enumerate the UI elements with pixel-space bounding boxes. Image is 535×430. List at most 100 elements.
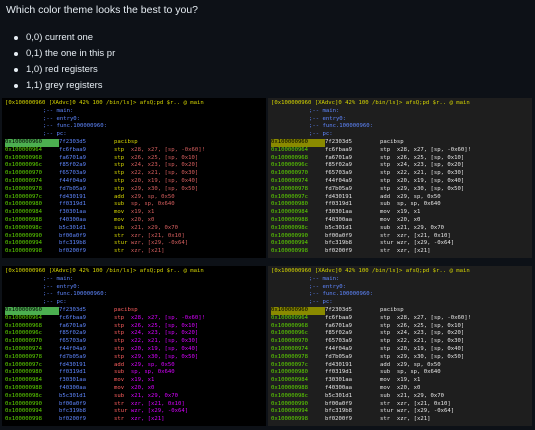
disasm-mnemonic: str — [114, 400, 131, 407]
disasm-operands: wzr, [x29, -0x64] — [396, 408, 455, 415]
theme-grid: [0x100000960 [XAdvc]0 42% 100 /bin/ls]> … — [0, 98, 535, 430]
disasm-row: 0x100000968 fa6701a9 stp x26, x25, [sp, 0x… — [271, 323, 529, 331]
disasm-row: 0x10000098c b5c301d1 sub x21, x29, 0x70 — [5, 393, 263, 401]
disasm-operands: xzr, [x21, 0x10] — [130, 400, 185, 407]
disasm-address: 0x100000990 — [271, 400, 309, 407]
disasm-bytes: f65703a9 — [325, 170, 352, 177]
disasm-operands: x26, x25, [sp, 0x10] — [130, 322, 199, 329]
disasm-bytes: bf00a0f9 — [325, 232, 352, 239]
disasm-row: 0x100000970 f65703a9 stp x22, x21, [sp, 0x… — [5, 170, 263, 178]
disasm-operands: wzr, [x29, -0x64] — [396, 240, 455, 247]
disasm-mnemonic: stp — [114, 162, 131, 169]
disasm-address: 0x100000978 — [271, 185, 309, 192]
disasm-operands: x20, x19, [sp, 0x40] — [130, 177, 199, 184]
disasm-mnemonic: mov — [114, 216, 131, 223]
disasm-mnemonic: stp — [380, 177, 397, 184]
disasm-row: 0x100000988 f40300aa mov x20, x0 — [5, 217, 263, 225]
disasm-row: 0x10000096c f85f02a9 stp x24, x23, [sp, 0x… — [271, 330, 529, 338]
disasm-bytes: bfc319b8 — [59, 240, 86, 247]
disasm-row: 0x100000974 f44f04a9 stp x20, x19, [sp, 0x… — [271, 178, 529, 186]
disasm-row: 0x100000970 f65703a9 stp x22, x21, [sp, 0x… — [271, 338, 529, 346]
disasm-operands: x28, x27, [sp, -0x60]! — [396, 314, 471, 321]
disasm-row: 0x100000980 ff0319d1 sub sp, sp, 0x640 — [271, 369, 529, 377]
disasm-row: 0x10000096c f85f02a9 stp x24, x23, [sp, 0x… — [5, 162, 263, 170]
disasm-bytes: f30301aa — [325, 377, 352, 384]
disasm-address: 0x100000968 — [271, 154, 309, 161]
disasm-bytes: fa6701a9 — [325, 154, 352, 161]
disasm-address: 0x10000097c — [5, 193, 43, 200]
disasm-operands: x20, x0 — [130, 216, 155, 223]
disasm-row: 0x100000968 fa6701a9 stp x26, x25, [sp, 0x… — [5, 155, 263, 163]
disasm-mnemonic: stp — [380, 146, 397, 153]
disasm-mnemonic: sub — [114, 201, 131, 208]
disasm-mnemonic: str — [114, 248, 131, 255]
disasm-row: 0x100000998 bf0200f9 str xzr, [x21] — [5, 416, 263, 424]
disasm-operands: x29, sp, 0x50 — [396, 361, 441, 368]
disasm-row: 0x100000978 fd7b05a9 stp x29, x30, [sp, 0x… — [5, 354, 263, 362]
label-line: ;-- main: — [43, 107, 74, 114]
disasm-bytes: fd430191 — [59, 361, 86, 368]
disasm-address: 0x100000978 — [5, 185, 43, 192]
disasm-address: 0x100000994 — [271, 408, 309, 415]
disasm-mnemonic: add — [114, 361, 131, 368]
disasm-address: 0x100000994 — [5, 408, 43, 415]
disasm-address: 0x10000097c — [5, 361, 43, 368]
disasm-row: 0x100000994 bfc319b8 stur wzr, [x29, -0x64… — [271, 240, 529, 248]
disasm-operands: x26, x25, [sp, 0x10] — [130, 154, 199, 161]
disasm-row: 0x100000974 f44f04a9 stp x20, x19, [sp, 0x… — [271, 346, 529, 354]
disasm-mnemonic: pacibsp — [114, 138, 138, 145]
disasm-bytes: b5c301d1 — [59, 224, 86, 231]
disasm-row: 0x10000096c f85f02a9 stp x24, x23, [sp, 0x… — [5, 330, 263, 338]
disasm-row: 0x100000984 f30301aa mov x19, x1 — [5, 209, 263, 217]
disasm-operands: x20, x0 — [130, 384, 155, 391]
label-line: ;-- pc: — [309, 299, 333, 306]
disasm-mnemonic: mov — [114, 209, 131, 216]
prompt-line: [0x100000960 [XAdvc]0 42% 100 /bin/ls]> … — [5, 100, 204, 106]
disasm-operands: x19, x1 — [396, 377, 421, 384]
disasm-mnemonic: add — [114, 193, 131, 200]
disasm-operands: x20, x19, [sp, 0x40] — [130, 345, 199, 352]
disasm-mnemonic: stp — [380, 322, 397, 329]
disasm-operands: x20, x19, [sp, 0x40] — [396, 177, 465, 184]
disasm-address: 0x100000960 — [271, 306, 325, 315]
disasm-address: 0x10000096c — [271, 162, 309, 169]
disasm-address: 0x100000968 — [271, 322, 309, 329]
disasm-bytes: ff0319d1 — [59, 201, 86, 208]
disasm-mnemonic: stp — [380, 162, 397, 169]
disasm-operands: xzr, [x21, 0x10] — [130, 232, 185, 239]
disasm-operands: x24, x23, [sp, 0x20] — [130, 330, 199, 337]
disasm-mnemonic: pacibsp — [114, 306, 138, 313]
disasm-mnemonic: stur — [380, 240, 397, 247]
disasm-bytes: f44f04a9 — [59, 177, 86, 184]
disasm-operands: sp, sp, 0x640 — [130, 369, 175, 376]
disasm-bytes: fd7b05a9 — [325, 353, 352, 360]
disasm-bytes: fc6fbaa9 — [59, 146, 86, 153]
disasm-operands: x20, x0 — [396, 216, 421, 223]
disasm-bytes: bf0200f9 — [325, 248, 352, 255]
label-line: ;-- main: — [309, 275, 340, 282]
disasm-address: 0x100000970 — [5, 170, 43, 177]
disasm-bytes: f85f02a9 — [59, 162, 86, 169]
disasm-address: 0x100000974 — [5, 177, 43, 184]
label-line: ;-- pc: — [43, 131, 67, 138]
disasm-bytes: fd430191 — [325, 193, 352, 200]
label-line: ;-- main: — [309, 107, 340, 114]
disasm-bytes: f40300aa — [325, 384, 352, 391]
disasm-mnemonic: stp — [114, 322, 131, 329]
disasm-address: 0x100000990 — [5, 232, 43, 239]
disasm-bytes: 7f2303d5 — [59, 306, 86, 313]
disasm-mnemonic: mov — [380, 209, 397, 216]
disasm-operands: x20, x19, [sp, 0x40] — [396, 345, 465, 352]
disasm-mnemonic: stp — [114, 314, 131, 321]
disasm-row: 0x100000984 f30301aa mov x19, x1 — [5, 377, 263, 385]
disasm-operands: sp, sp, 0x640 — [396, 201, 441, 208]
disasm-operands: wzr, [x29, -0x64] — [130, 408, 189, 415]
disasm-bytes: ff0319d1 — [325, 201, 352, 208]
disasm-address: 0x100000984 — [271, 377, 309, 384]
disasm-row: 0x100000980 ff0319d1 sub sp, sp, 0x640 — [271, 201, 529, 209]
option-0-0: 0,0) current one — [12, 30, 115, 46]
disasm-row: 0x100000978 fd7b05a9 stp x29, x30, [sp, 0x… — [271, 354, 529, 362]
disasm-address: 0x100000998 — [5, 248, 43, 255]
disasm-row: 0x10000097c fd430191 add x29, sp, 0x50 — [271, 362, 529, 370]
label-line: ;-- pc: — [309, 131, 333, 138]
